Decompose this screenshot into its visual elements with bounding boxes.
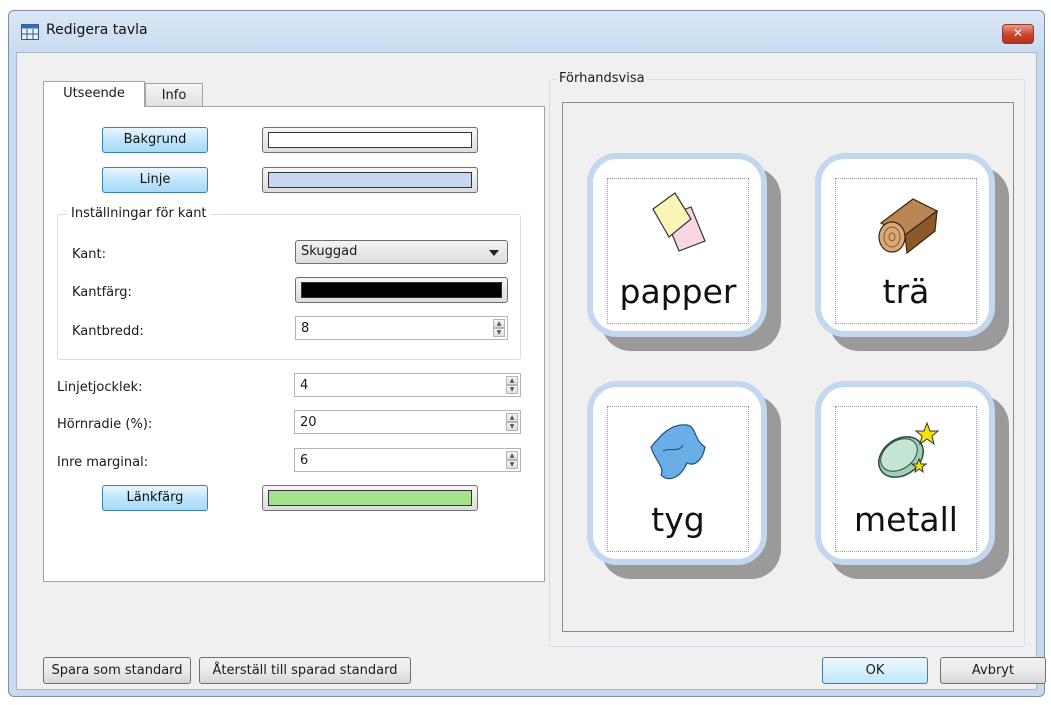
- cell-card: tyg: [587, 381, 767, 565]
- cell-inner: metall: [835, 406, 977, 552]
- close-icon: ✕: [1012, 26, 1024, 40]
- close-button[interactable]: ✕: [1002, 24, 1034, 44]
- inner-margin-spin-buttons[interactable]: ▲ ▼: [506, 451, 518, 469]
- border-style-select[interactable]: Skuggad: [295, 240, 508, 264]
- spin-up-icon[interactable]: ▲: [506, 413, 518, 422]
- border-settings-group: Inställningar för kant Kant: Skuggad Kan…: [57, 206, 521, 360]
- cell-inner: papper: [607, 178, 749, 324]
- title-bar[interactable]: Redigera tavla ✕: [9, 11, 1044, 51]
- corner-radius-label: Hörnradie (%):: [57, 417, 153, 432]
- link-color-fill: [268, 490, 472, 506]
- preview-canvas: papper trä tyg metall: [562, 102, 1014, 632]
- spin-down-icon[interactable]: ▼: [506, 385, 518, 394]
- line-color-fill: [268, 172, 472, 188]
- background-button[interactable]: Bakgrund: [102, 127, 208, 153]
- cell-label: trä: [882, 272, 930, 311]
- preview-title: Förhandsvisa: [557, 71, 647, 86]
- line-thickness-stepper[interactable]: 4 ▲ ▼: [294, 373, 521, 397]
- tab-info[interactable]: Info: [145, 83, 203, 107]
- corner-radius-value: 20: [300, 415, 317, 430]
- wood-icon: [878, 198, 939, 255]
- preview-cell-tyg[interactable]: tyg: [587, 381, 781, 579]
- line-button[interactable]: Linje: [102, 167, 208, 193]
- spin-up-icon[interactable]: ▲: [506, 451, 518, 460]
- dialog-client-area: Utseende Info Bakgrund Linje Inställning…: [16, 52, 1046, 690]
- fabric-icon: [650, 424, 706, 480]
- preview-cell-metall[interactable]: metall: [815, 381, 1009, 579]
- restore-default-button[interactable]: Återställ till sparad standard: [199, 657, 411, 684]
- link-color-button[interactable]: Länkfärg: [102, 485, 208, 511]
- border-label: Kant:: [72, 247, 106, 262]
- tab-utseende-label: Utseende: [63, 86, 125, 101]
- line-thickness-label: Linjetjocklek:: [57, 380, 143, 395]
- cell-inner: trä: [835, 178, 977, 324]
- corner-radius-spin-buttons[interactable]: ▲ ▼: [506, 413, 518, 431]
- border-color-swatch[interactable]: [295, 277, 508, 303]
- border-color-fill: [301, 282, 502, 298]
- chevron-down-icon: [489, 250, 499, 256]
- inner-margin-label: Inre marginal:: [57, 455, 149, 470]
- paper-icon: [652, 192, 706, 252]
- tab-info-label: Info: [161, 88, 187, 103]
- background-color-fill: [268, 132, 472, 148]
- spin-down-icon[interactable]: ▼: [493, 328, 505, 337]
- cell-label: metall: [854, 500, 958, 539]
- appearance-tab-panel: Bakgrund Linje Inställningar för kant Ka…: [43, 106, 545, 582]
- preview-group: Förhandsvisa papper trä tyg metall: [549, 71, 1025, 647]
- cell-label: papper: [619, 272, 737, 311]
- inner-margin-value: 6: [300, 453, 309, 468]
- line-color-swatch[interactable]: [262, 167, 478, 193]
- border-width-spin-buttons[interactable]: ▲ ▼: [493, 319, 505, 337]
- cell-card: metall: [815, 381, 995, 565]
- border-color-label: Kantfärg:: [72, 285, 132, 300]
- line-thickness-value: 4: [300, 378, 309, 393]
- cancel-button[interactable]: Avbryt: [940, 657, 1046, 684]
- save-default-button[interactable]: Spara som standard: [43, 657, 191, 684]
- tab-utseende[interactable]: Utseende: [43, 81, 145, 107]
- border-settings-title: Inställningar för kant: [68, 206, 210, 221]
- cell-card: papper: [587, 153, 767, 337]
- border-style-value: Skuggad: [301, 244, 358, 259]
- window-title: Redigera tavla: [46, 22, 148, 38]
- dialog-window: Redigera tavla ✕ Utseende Info Bakgrund …: [8, 10, 1046, 697]
- preview-cell-papper[interactable]: papper: [587, 153, 781, 351]
- border-width-value: 8: [301, 321, 310, 336]
- preview-cell-tra[interactable]: trä: [815, 153, 1009, 351]
- spin-down-icon[interactable]: ▼: [506, 422, 518, 431]
- cell-inner: tyg: [607, 406, 749, 552]
- metal-icon: [878, 421, 940, 478]
- line-thickness-spin-buttons[interactable]: ▲ ▼: [506, 376, 518, 394]
- border-width-stepper[interactable]: 8 ▲ ▼: [295, 316, 508, 340]
- spin-up-icon[interactable]: ▲: [506, 376, 518, 385]
- inner-margin-stepper[interactable]: 6 ▲ ▼: [294, 448, 521, 472]
- cell-label: tyg: [651, 500, 705, 539]
- board-app-icon: [21, 24, 39, 40]
- ok-button[interactable]: OK: [822, 657, 928, 684]
- spin-up-icon[interactable]: ▲: [493, 319, 505, 328]
- background-color-swatch[interactable]: [262, 127, 478, 153]
- border-width-label: Kantbredd:: [72, 324, 144, 339]
- link-color-swatch[interactable]: [262, 485, 478, 511]
- corner-radius-stepper[interactable]: 20 ▲ ▼: [294, 410, 521, 434]
- cell-card: trä: [815, 153, 995, 337]
- spin-down-icon[interactable]: ▼: [506, 460, 518, 469]
